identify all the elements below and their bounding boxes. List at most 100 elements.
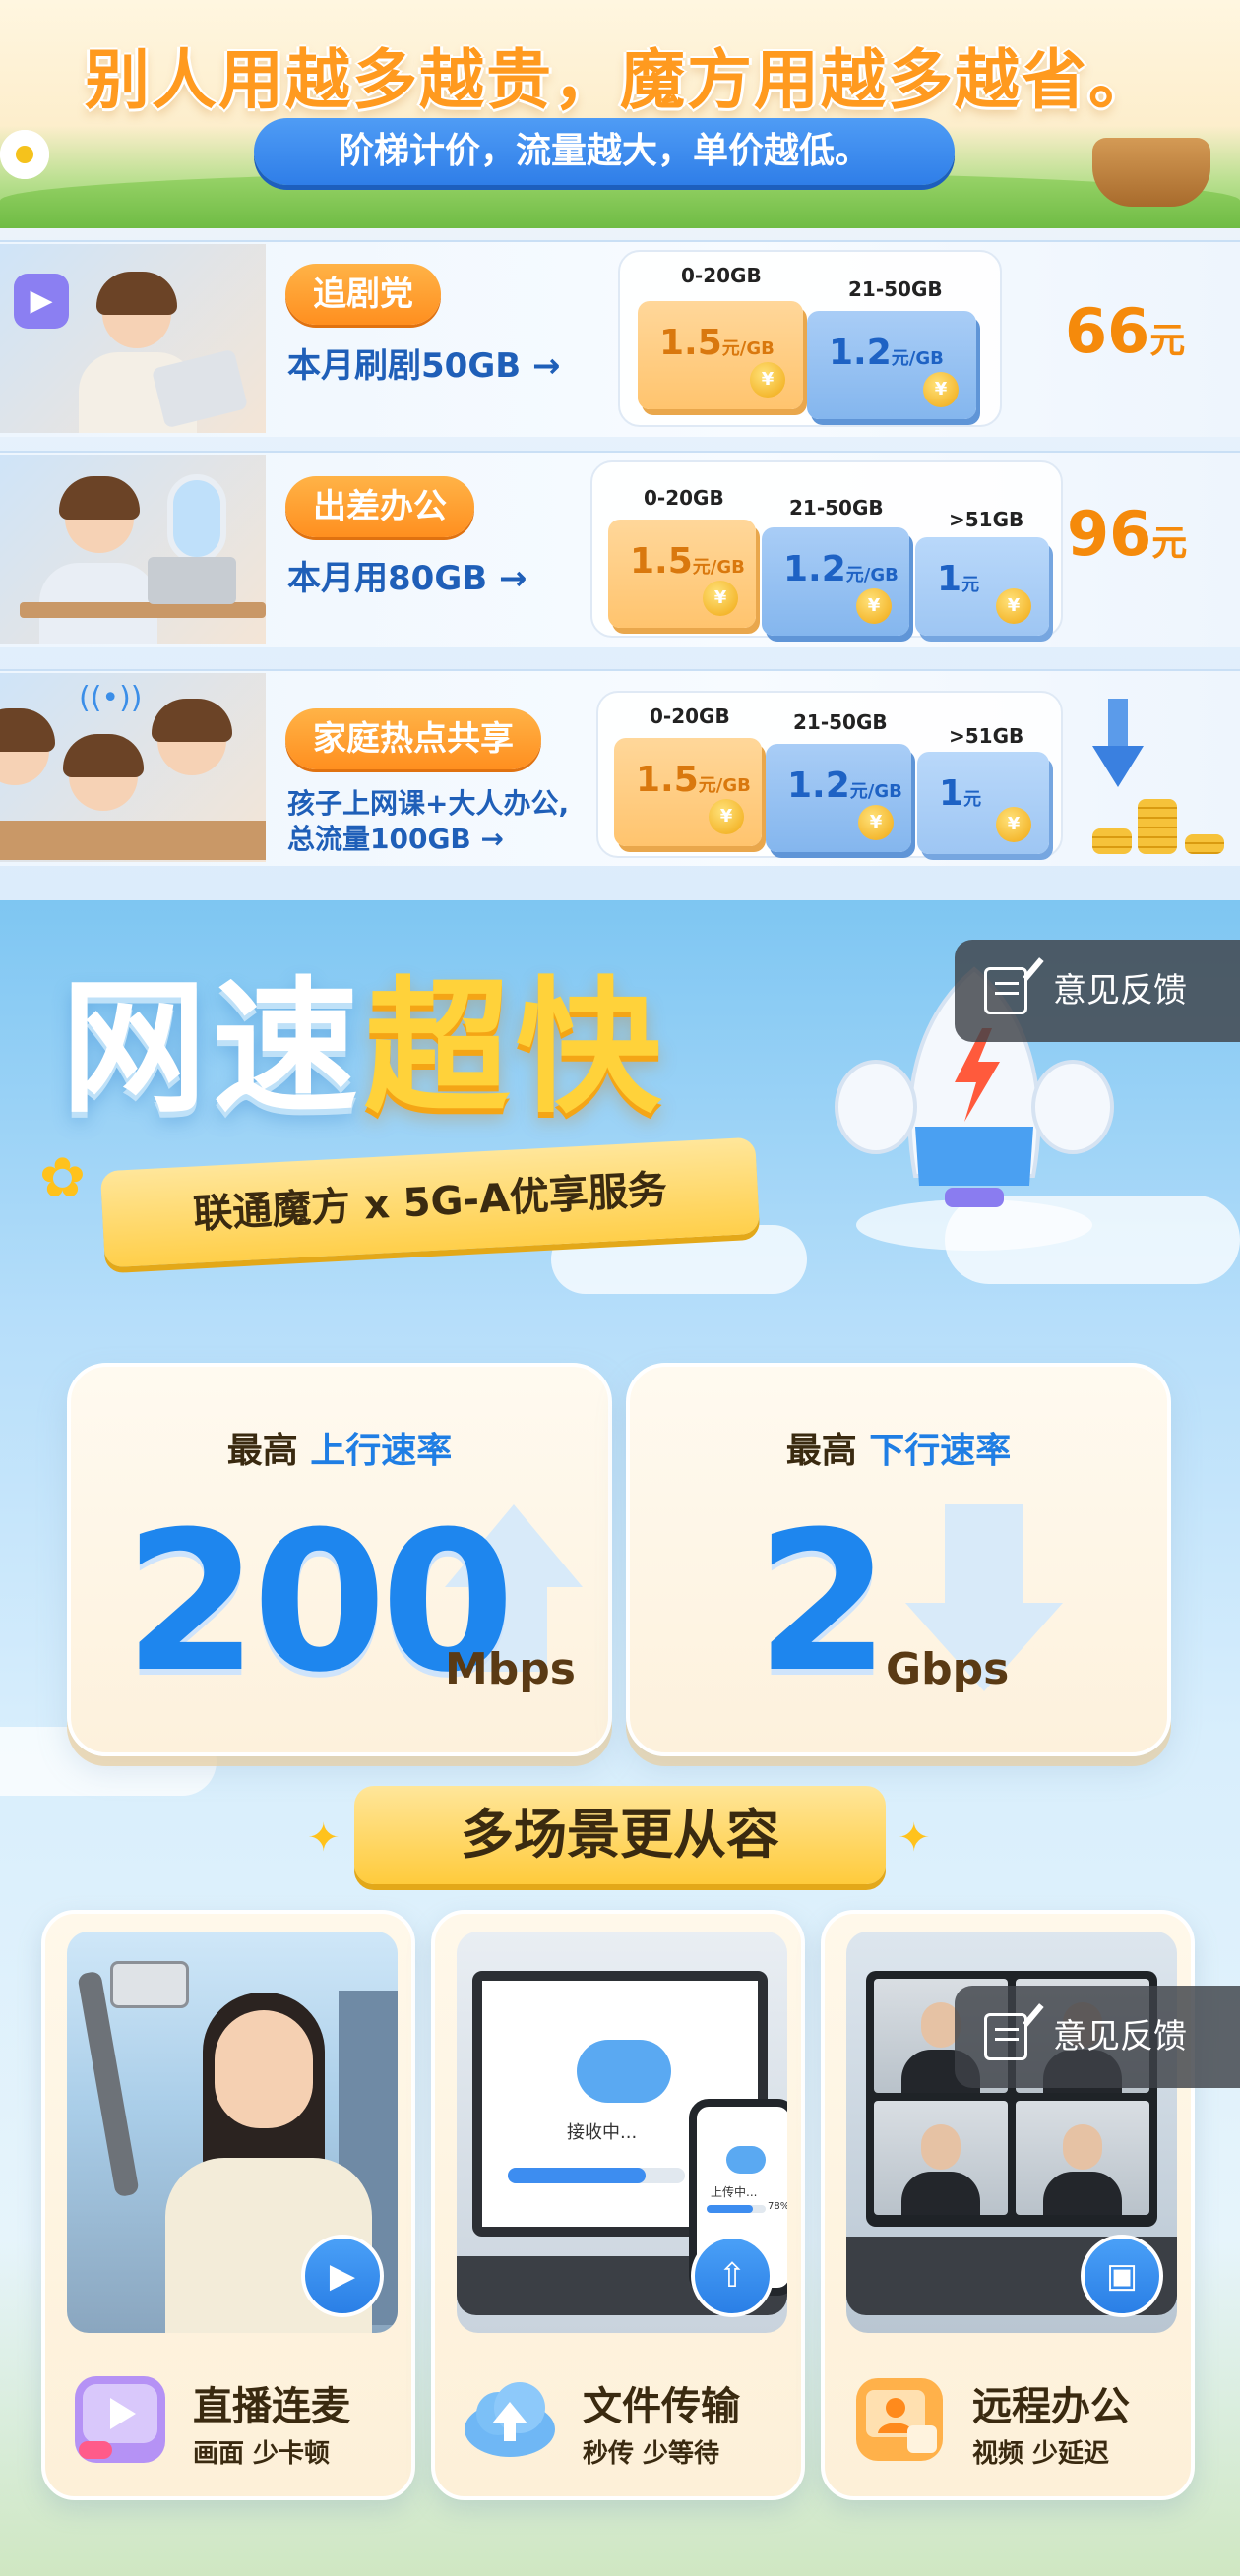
scene-image-file: 接收中... 78% 上传中... 78% ⇧ <box>457 1932 787 2333</box>
sparkle-icon: ✦ <box>898 1815 931 1861</box>
tier-price: 1.2 <box>829 333 892 373</box>
tier-unit: 元/GB <box>698 775 751 796</box>
cloud-upload-icon <box>577 2040 671 2103</box>
download-speed-card: 最高 下行速率 2 Gbps <box>626 1363 1171 1756</box>
tier-price: 1 <box>937 559 962 599</box>
tier-range-label: 21-50GB <box>848 277 943 301</box>
scene-subtitle: 视频 少延迟 <box>972 2439 1110 2469</box>
coin-icon: ¥ <box>750 362 785 398</box>
plan-description: 本月刷剧50GB → <box>287 346 561 386</box>
scene-card-file[interactable]: 接收中... 78% 上传中... 78% ⇧ 文件传输 秒传 少等待 <box>431 1910 805 2500</box>
coin-icon: ¥ <box>709 799 744 834</box>
download-speed-label: 最高 下行速率 <box>785 1431 1012 1471</box>
scene-name: 远程办公 <box>972 2384 1130 2429</box>
scene-name: 直播连麦 <box>193 2384 350 2429</box>
child-avatar <box>63 734 144 811</box>
tier-price: 1.2 <box>787 766 850 806</box>
live-video-icon <box>75 2376 165 2463</box>
tier-range-label: 0-20GB <box>644 486 724 510</box>
phone-icon <box>110 1961 189 2008</box>
plan-description: 本月用80GB → <box>287 559 527 598</box>
laptop-icon <box>148 557 236 604</box>
coin-icon: ¥ <box>703 581 738 616</box>
feedback-button[interactable]: 意见反馈 <box>955 1986 1240 2088</box>
coin-icon: ¥ <box>996 588 1031 624</box>
tier-range-label: 0-20GB <box>650 705 730 728</box>
tier-price: 1.2 <box>783 549 846 589</box>
feedback-edit-icon <box>984 967 1027 1014</box>
upload-speed-unit: Mbps <box>445 1644 576 1694</box>
pricing-section: 别人用越多越贵，魔方用越多越省。 阶梯计价，流量越大，单价越低。 ▶ 追剧党 本… <box>0 0 1240 900</box>
tier-panel: 0-20GB 21-50GB >51GB 1.5元/GB ¥ 1.2元/GB ¥… <box>590 460 1063 638</box>
plan-tag: 出差办公 <box>285 476 474 537</box>
coin-icon: ¥ <box>856 588 892 624</box>
scenes-title: 多场景更从容 <box>354 1786 886 1884</box>
tier-panel: 0-20GB 21-50GB 1.5 元/GB ¥ 1.2元/GB ¥ <box>618 250 1002 427</box>
flower-icon: ✿ <box>39 1146 86 1210</box>
feedback-label: 意见反馈 <box>1053 971 1187 1011</box>
feedback-edit-icon <box>984 2013 1027 2060</box>
mother-avatar <box>0 708 55 785</box>
tier-price: 1.5 <box>630 541 693 582</box>
tier-unit: 元/GB <box>849 781 902 802</box>
pricing-headline: 别人用越多越贵，魔方用越多越省。 <box>85 42 1155 118</box>
tier-block: 1元 ¥ <box>915 537 1049 636</box>
plan-tag: 追剧党 <box>285 264 441 325</box>
briefcase-badge-icon: ▣ <box>1081 2235 1163 2317</box>
video-play-icon: ▶ <box>14 274 69 329</box>
feedback-label: 意见反馈 <box>1053 2017 1187 2056</box>
phone-upload-text: 上传中... <box>711 2185 758 2199</box>
tier-price: 1.5 <box>659 323 722 363</box>
coin-icon: ¥ <box>923 372 959 407</box>
feedback-button[interactable]: 意见反馈 <box>955 940 1240 1042</box>
plan-row-drama: ▶ 追剧党 本月刷剧50GB → 0-20GB 21-50GB 1.5 元/GB … <box>0 240 1240 437</box>
coin-stack-icon <box>1092 795 1230 854</box>
plan-row-business: 出差办公 本月用80GB → 0-20GB 21-50GB >51GB 1.5元… <box>0 451 1240 647</box>
tier-block: 1.2元/GB ¥ <box>807 311 976 419</box>
tier-price: 1.5 <box>636 760 699 800</box>
daisy-icon <box>0 130 49 179</box>
tier-unit: 元/GB <box>891 348 944 369</box>
scene-card-live[interactable]: ▶ 直播连麦 画面 少卡顿 <box>41 1910 415 2500</box>
speed-section: 网速超快 ✿ 联通魔方 x 5G-A优享服务 意见反馈 最高 上行速率 200 … <box>0 900 1240 2576</box>
phone-upload-percent: 78% <box>768 2201 787 2212</box>
plan-total: 66元 <box>1065 295 1186 367</box>
scene-name: 文件传输 <box>583 2384 740 2429</box>
father-avatar <box>152 699 232 775</box>
wifi-icon: ((•)) <box>79 681 143 715</box>
tier-block: 1.2元/GB ¥ <box>762 527 909 636</box>
tier-panel: 0-20GB 21-50GB >51GB 1.5元/GB ¥ 1.2元/GB ¥… <box>596 691 1063 858</box>
video-camera-icon: ▶ <box>301 2235 384 2317</box>
upload-status-text: 接收中... <box>567 2122 638 2143</box>
plan-illustration-drama: ▶ <box>0 244 266 433</box>
tier-block: 1.5元/GB ¥ <box>608 520 756 628</box>
tier-price: 1 <box>939 773 964 814</box>
plan-illustration-business <box>0 455 266 644</box>
plan-description: 孩子上网课+大人办公, <box>287 787 570 820</box>
coin-icon: ¥ <box>858 805 894 840</box>
pricing-subheadline: 阶梯计价，流量越大，单价越低。 <box>254 118 955 185</box>
sparkle-icon: ✦ <box>307 1815 341 1861</box>
tier-unit: 元 <box>963 789 982 810</box>
tier-unit: 元 <box>961 575 980 595</box>
tier-range-label: 21-50GB <box>793 710 888 734</box>
plan-description: 总流量100GB → <box>287 823 504 855</box>
airplane-window <box>167 474 226 563</box>
tier-range-label: >51GB <box>949 724 1024 748</box>
scene-image-live: ▶ <box>67 1932 398 2333</box>
tier-block: 1.5元/GB ¥ <box>614 738 762 846</box>
tier-range-label: 0-20GB <box>681 264 762 287</box>
plan-illustration-family: ((•)) <box>0 673 266 862</box>
plan-total: 96元 <box>1067 498 1188 570</box>
upload-progress-bar <box>508 2168 685 2183</box>
coin-icon: ¥ <box>996 807 1031 842</box>
tier-block: 1.2元/GB ¥ <box>766 744 911 852</box>
speed-headline: 网速超快 <box>61 963 667 1133</box>
picnic-basket-icon <box>1092 138 1210 207</box>
download-speed-unit: Gbps <box>886 1644 1010 1694</box>
tier-range-label: >51GB <box>949 508 1024 531</box>
upload-speed-card: 最高 上行速率 200 Mbps <box>67 1363 612 1756</box>
scene-subtitle: 秒传 少等待 <box>583 2439 720 2469</box>
streamer-avatar <box>215 2010 313 2128</box>
man-avatar <box>59 476 140 553</box>
